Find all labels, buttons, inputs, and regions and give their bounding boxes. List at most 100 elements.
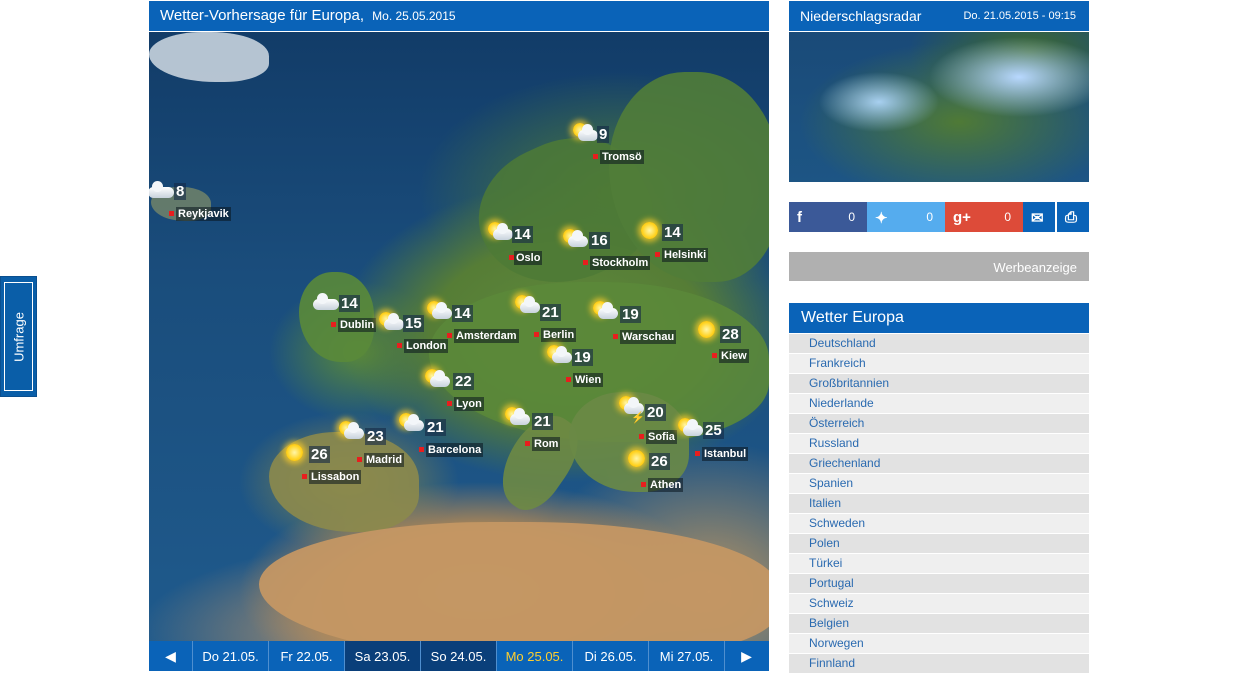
region-link[interactable]: Schweiz	[789, 594, 1089, 613]
region-link[interactable]: Griechenland	[789, 454, 1089, 473]
radar-time: Do. 21.05.2015 - 09:15	[963, 10, 1076, 22]
region-link[interactable]: Portugal	[789, 574, 1089, 593]
region-link[interactable]: Italien	[789, 494, 1089, 513]
day-tab-sa[interactable]: Sa 23.05.	[344, 641, 420, 671]
facebook-icon: f	[797, 209, 802, 226]
city-temperature: 23	[365, 428, 386, 445]
city-temperature: 26	[309, 446, 330, 463]
sun-cloud-icon	[569, 120, 599, 146]
print-icon: ⎙	[1065, 209, 1078, 226]
city-name: London	[404, 339, 449, 353]
arrow-right-icon: ▶	[741, 647, 752, 664]
facebook-count: 0	[848, 210, 855, 224]
region-link[interactable]: Frankreich	[789, 354, 1089, 373]
region-link[interactable]: Niederlande	[789, 394, 1089, 413]
map-date: Mo. 25.05.2015	[372, 9, 456, 23]
city-dot	[534, 332, 539, 337]
sun-cloud-icon	[335, 418, 365, 444]
city-dot	[655, 252, 660, 257]
city-dot	[525, 441, 530, 446]
city-name: Kiew	[719, 349, 749, 363]
city-name: Istanbul	[702, 447, 749, 461]
city-name: Warschau	[620, 330, 677, 344]
city-temperature: 8	[174, 183, 187, 200]
city-dot	[566, 377, 571, 382]
map-header: Wetter-Vorhersage für Europa, Mo. 25.05.…	[149, 1, 769, 31]
google-plus-share-button[interactable]: g+ 0	[945, 202, 1023, 232]
sun-icon	[621, 445, 651, 471]
region-list-panel: Wetter Europa Deutschland Frankreich Großb…	[789, 303, 1089, 673]
day-tab-so[interactable]: So 24.05.	[420, 641, 496, 671]
city-dot	[302, 474, 307, 479]
city-temperature: 15	[403, 315, 424, 332]
region-link[interactable]: Deutschland	[789, 334, 1089, 353]
prev-day-button[interactable]: ◀	[149, 641, 192, 671]
city-name: Dublin	[338, 318, 377, 332]
city-dot	[331, 322, 336, 327]
mail-icon: ✉	[1031, 210, 1044, 227]
city-dot	[169, 211, 174, 216]
region-link[interactable]: Türkei	[789, 554, 1089, 573]
sun-cloud-icon	[674, 415, 704, 441]
sun-cloud-icon	[484, 219, 514, 245]
day-tab-mi[interactable]: Mi 27.05.	[648, 641, 724, 671]
region-link[interactable]: Österreich	[789, 414, 1089, 433]
region-link[interactable]: Spanien	[789, 474, 1089, 493]
city-dot	[357, 457, 362, 462]
region-link[interactable]: Norwegen	[789, 634, 1089, 653]
region-link[interactable]: Schweden	[789, 514, 1089, 533]
sun-cloud-icon	[501, 404, 531, 430]
sun-cloud-icon	[395, 410, 425, 436]
city-temperature: 19	[620, 306, 641, 323]
city-dot	[613, 334, 618, 339]
day-tab-do[interactable]: Do 21.05.	[192, 641, 268, 671]
city-temperature: 19	[572, 349, 593, 366]
city-dot	[641, 482, 646, 487]
print-button[interactable]: ⎙	[1057, 202, 1089, 232]
arrow-left-icon: ◀	[165, 647, 176, 664]
city-temperature: 14	[452, 305, 473, 322]
survey-tab-label: Umfrage	[11, 311, 26, 362]
city-temperature: 9	[597, 126, 610, 143]
city-dot	[695, 451, 700, 456]
city-temperature: 21	[540, 304, 561, 321]
sun-cloud-icon	[375, 309, 405, 335]
region-link[interactable]: Polen	[789, 534, 1089, 553]
day-tab-di[interactable]: Di 26.05.	[572, 641, 648, 671]
city-temperature: 14	[339, 295, 360, 312]
facebook-share-button[interactable]: f 0	[789, 202, 867, 232]
city-temperature: 14	[662, 224, 683, 241]
day-tab-mo[interactable]: Mo 25.05.	[496, 641, 572, 671]
region-link[interactable]: Russland	[789, 434, 1089, 453]
europe-weather-map[interactable]: 9 Tromsö 8 Reykjavik 14 Oslo 16 Stockholm 14 Hels…	[149, 32, 769, 641]
sun-cloud-icon	[423, 298, 453, 324]
advertisement-label: Werbeanzeige	[993, 260, 1077, 275]
region-link[interactable]: Finnland	[789, 654, 1089, 673]
thunderstorm-icon: ⚡	[615, 393, 645, 424]
city-temperature: 26	[649, 453, 670, 470]
mail-share-button[interactable]: ✉	[1023, 202, 1055, 232]
sun-icon	[691, 316, 721, 342]
city-dot	[583, 260, 588, 265]
day-tab-fr[interactable]: Fr 22.05.	[268, 641, 344, 671]
city-dot	[447, 333, 452, 338]
survey-side-tab[interactable]: Umfrage	[0, 276, 37, 397]
sun-cloud-icon	[511, 292, 541, 318]
google-plus-icon: g+	[953, 209, 971, 226]
region-link[interactable]: Belgien	[789, 614, 1089, 633]
sun-cloud-icon	[543, 342, 573, 368]
city-name: Wien	[573, 373, 604, 387]
radar-header: Niederschlagsradar Do. 21.05.2015 - 09:1…	[789, 1, 1089, 31]
city-name: Lissabon	[309, 470, 362, 484]
city-dot	[397, 343, 402, 348]
city-name: Rom	[532, 437, 561, 451]
sun-icon	[634, 217, 664, 243]
land-north-africa	[259, 522, 769, 641]
city-dot	[712, 353, 717, 358]
twitter-count: 0	[926, 210, 933, 224]
region-link[interactable]: Großbritannien	[789, 374, 1089, 393]
city-dot	[639, 434, 644, 439]
twitter-share-button[interactable]: ✦ 0	[867, 202, 945, 232]
next-day-button[interactable]: ▶	[724, 641, 768, 671]
radar-map[interactable]	[789, 32, 1089, 182]
